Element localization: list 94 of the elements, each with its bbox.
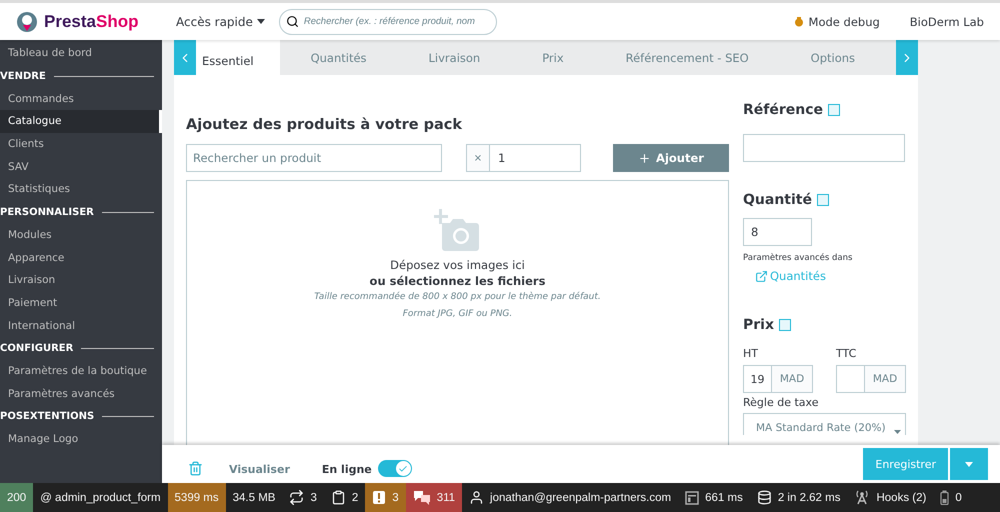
warning-icon — [372, 490, 386, 505]
speech-bubbles-icon — [412, 490, 431, 505]
quantity-field[interactable]: 8 — [743, 218, 812, 246]
sidebar-item[interactable]: Modules — [0, 224, 162, 246]
debug-toolbar-badge[interactable]: 200 — [0, 483, 34, 512]
loop-icon — [289, 490, 304, 505]
price-label: Prix — [743, 317, 774, 333]
dropzone-hint: Format JPG, GIF ou PNG. — [402, 308, 512, 321]
caret-icon — [256, 19, 265, 24]
antenna-icon — [854, 490, 870, 505]
ttc-label: TTC — [836, 347, 858, 360]
tab[interactable]: Référencement - SEO — [594, 40, 780, 75]
pack-title: Ajoutez des produits à votre pack — [186, 117, 464, 133]
tab[interactable]: Quantités — [280, 40, 398, 75]
sidebar-item[interactable]: Livraison — [0, 268, 162, 292]
sidebar-section-title: CONFIGURER — [0, 342, 74, 354]
select-files-link[interactable]: ou sélectionnez les fichiers — [370, 273, 546, 289]
external-link-icon — [755, 270, 768, 282]
sidebar-section-title: POSEXTENTIONS — [0, 410, 94, 422]
caret-icon — [965, 462, 973, 466]
debug-toolbar-value: 200 — [7, 492, 26, 504]
tax-rule-select[interactable]: MA Standard Rate (20%) — [743, 413, 906, 435]
logo-text[interactable]: PrestaShop — [16, 10, 176, 32]
help-icon[interactable] — [779, 319, 791, 331]
preview-button[interactable]: Visualiser — [229, 463, 290, 476]
sidebar-item[interactable]: Catalogue — [0, 110, 162, 133]
help-icon[interactable] — [828, 104, 840, 116]
sidebar-section-title: VENDRE — [0, 70, 46, 82]
tab[interactable]: Options — [780, 40, 886, 75]
layout-icon — [685, 490, 700, 504]
debug-toolbar-value: 34.5 MB — [232, 492, 276, 504]
bug-icon — [794, 16, 804, 26]
caret-icon — [894, 430, 901, 434]
user-icon — [469, 490, 484, 505]
ht-label: HT — [743, 347, 759, 360]
quick-access-dropdown[interactable]: Accès rapide — [176, 14, 265, 28]
tab[interactable]: Livraison — [398, 40, 512, 75]
debug-toolbar-value: Hooks (2) — [876, 492, 926, 504]
debug-toolbar-value: 311 — [436, 492, 456, 504]
tab[interactable]: Prix — [511, 40, 595, 75]
debug-mode-label[interactable]: Mode debug — [808, 14, 880, 28]
debug-toolbar-badge[interactable]: 3 — [365, 483, 406, 512]
reference-field[interactable] — [743, 134, 905, 162]
product-search-field[interactable]: Rechercher un produit — [186, 144, 442, 172]
check-icon — [398, 464, 408, 474]
sidebar-item[interactable]: Paiement — [0, 292, 162, 314]
next-tab-button[interactable] — [896, 40, 918, 75]
online-switch[interactable] — [378, 460, 412, 477]
database-icon — [756, 490, 772, 505]
reference-label: Référence — [743, 102, 824, 118]
sidebar-item[interactable]: Apparence — [0, 246, 162, 269]
debug-toolbar-value: 5399 ms — [174, 492, 219, 504]
price-ht-field[interactable]: 19 MAD — [743, 365, 813, 393]
sidebar-item[interactable]: Clients — [0, 132, 162, 156]
debug-toolbar-value: 3 — [310, 492, 317, 504]
shop-name[interactable]: BioDerm Lab — [910, 14, 984, 28]
quantity-label: Quantité — [743, 192, 812, 208]
clipboard-icon — [330, 490, 346, 505]
price-ttc-field[interactable]: MAD — [836, 365, 906, 393]
advanced-settings-hint: Paramètres avancés dans — [743, 253, 854, 263]
debug-toolbar-badge[interactable]: 5399 ms — [168, 483, 226, 512]
quantity-field[interactable]: × 1 — [466, 144, 581, 172]
battery-icon — [940, 490, 950, 505]
debug-toolbar-value: 3 — [392, 492, 399, 504]
debug-toolbar-value: 2 — [352, 492, 358, 504]
tab[interactable]: Essentiel — [196, 40, 280, 75]
sidebar-item[interactable]: International — [0, 314, 162, 337]
debug-toolbar-value: @ admin_product_form — [40, 492, 161, 504]
dropzone-text: Déposez vos images ici — [390, 257, 525, 273]
tax-rule-label: Règle de taxe — [743, 396, 820, 409]
sidebar-section-title: PERSONNALISER — [0, 206, 94, 218]
debug-toolbar-value: 2 in 2.62 ms — [778, 492, 840, 504]
plus-icon — [638, 152, 652, 164]
sidebar-item[interactable]: Paramètres de la boutique — [0, 360, 162, 382]
debug-toolbar-value: 0 — [955, 492, 962, 504]
logo-icon — [16, 10, 38, 32]
sidebar-item[interactable]: Commandes — [0, 87, 162, 110]
sidebar-item[interactable]: SAV — [0, 155, 162, 178]
search-field[interactable]: Rechercher (ex. : référence produit, nom — [278, 8, 497, 34]
add-photo-icon — [434, 209, 482, 251]
debug-toolbar-value: jonathan@greenpalm-partners.com — [490, 492, 672, 504]
save-options-button[interactable] — [948, 448, 988, 480]
sidebar-item[interactable]: Manage Logo — [0, 428, 162, 450]
help-icon[interactable] — [816, 194, 829, 206]
sidebar-item[interactable]: Statistiques — [0, 178, 162, 201]
previous-tab-button[interactable] — [174, 40, 196, 75]
add-button[interactable]: Ajouter — [613, 144, 729, 172]
trash-icon[interactable] — [188, 461, 203, 476]
debug-toolbar-value: 661 ms — [705, 492, 743, 504]
online-label: En ligne — [322, 463, 372, 476]
dropzone-hint: Taille recommandée de 800 x 800 px pour le thème par défaut. — [314, 290, 601, 304]
sidebar-item[interactable]: Paramètres avancés — [0, 382, 162, 405]
debug-toolbar-badge[interactable]: 311 — [406, 483, 462, 512]
sidebar-item[interactable]: Tableau de bord — [0, 42, 162, 65]
